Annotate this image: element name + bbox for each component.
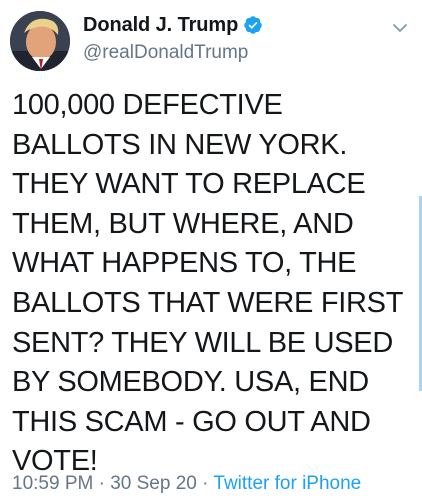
meta-separator: ·	[196, 473, 214, 494]
author-display-name[interactable]: Donald J. Trump	[83, 14, 238, 37]
tweet-source-link[interactable]: Twitter for iPhone	[213, 473, 361, 494]
profile-avatar[interactable]	[10, 11, 70, 71]
tweet-text: 100,000 DEFECTIVE BALLOTS IN NEW YORK. T…	[12, 89, 404, 478]
author-name-row: Donald J. Trump	[83, 12, 263, 38]
tweet-card: Donald J. Trump @realDonaldTrump 100,000…	[0, 0, 422, 500]
chevron-down-icon	[393, 23, 407, 32]
meta-separator: ·	[93, 473, 111, 494]
author-handle[interactable]: @realDonaldTrump	[83, 42, 248, 64]
tweet-time[interactable]: 10:59 PM	[12, 473, 93, 494]
tweet-menu-button[interactable]	[390, 18, 410, 38]
tweet-date[interactable]: 30 Sep 20	[110, 473, 197, 494]
tweet-meta: 10:59 PM · 30 Sep 20 · Twitter for iPhon…	[12, 473, 361, 495]
verified-badge-icon	[243, 15, 263, 35]
